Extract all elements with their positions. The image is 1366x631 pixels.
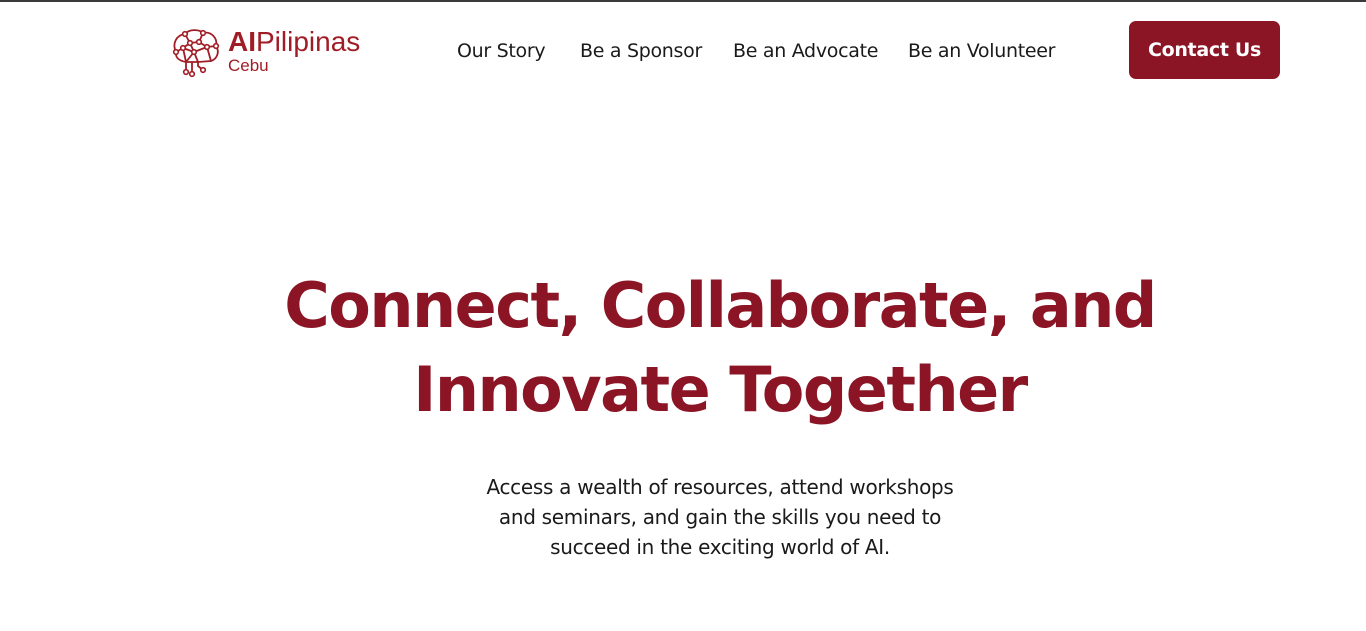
hero-description-line-2: and seminars, and gain the skills you ne… (498, 505, 942, 529)
hero-title-line-2: Innovate Together (413, 353, 1028, 426)
hero-title: Connect, Collaborate, and Innovate Toget… (220, 264, 1220, 432)
nav-link-our-story[interactable]: Our Story (457, 40, 546, 62)
nav-link-be-an-volunteer[interactable]: Be an Volunteer (908, 40, 1055, 62)
hero-description-line-1: Access a wealth of resources, attend wor… (486, 475, 954, 499)
hero-description: Access a wealth of resources, attend wor… (420, 472, 1020, 562)
hero-description-line-3: succeed in the exciting world of AI. (550, 535, 890, 559)
contact-us-button[interactable]: Contact Us (1129, 21, 1280, 79)
hero-title-line-1: Connect, Collaborate, and (284, 269, 1157, 342)
nav-link-be-a-sponsor[interactable]: Be a Sponsor (580, 40, 702, 62)
nav-link-be-an-advocate[interactable]: Be an Advocate (733, 40, 878, 62)
